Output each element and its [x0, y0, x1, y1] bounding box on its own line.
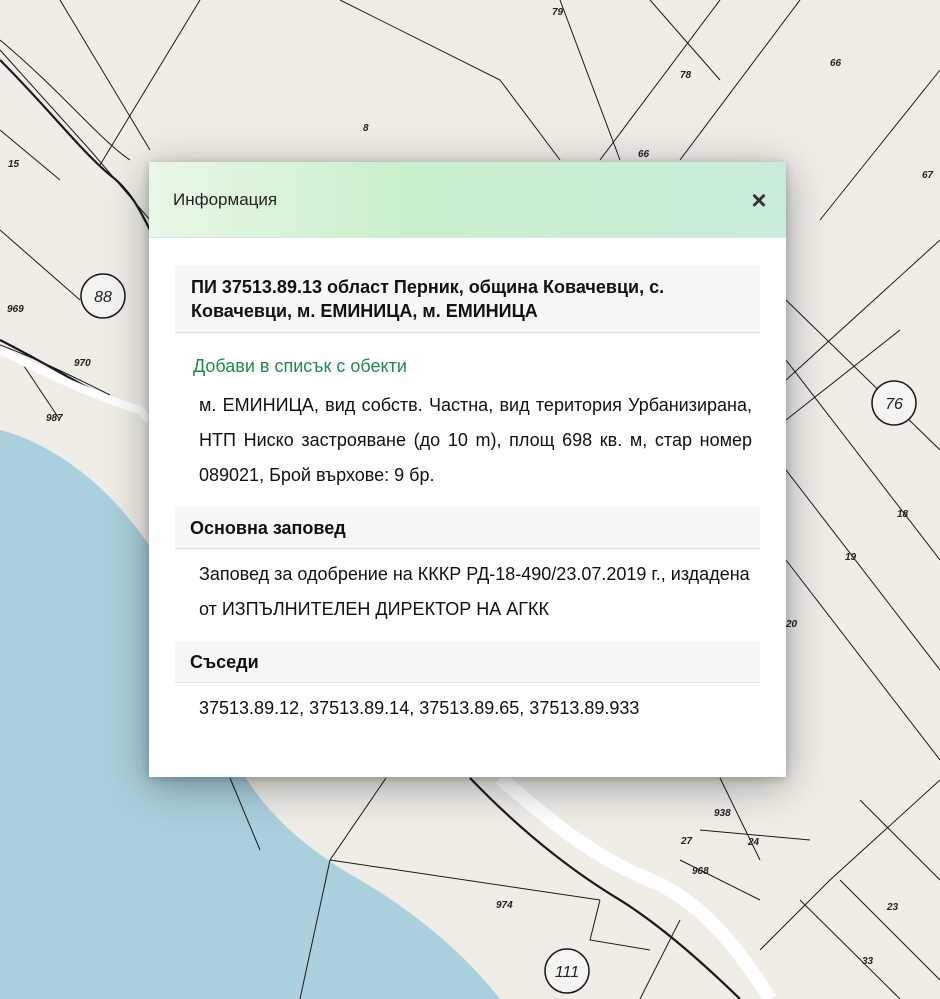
parcel-label-19: 19 [845, 552, 857, 563]
dialog-title: Информация [173, 189, 278, 209]
dialog-header: Информация × [149, 162, 786, 238]
info-dialog: Информация × ПИ 37513.89.13 област Перни… [149, 162, 786, 777]
close-icon[interactable]: × [746, 187, 772, 213]
circle-marker-111: 111 [544, 948, 590, 994]
parcel-label-24: 24 [747, 837, 760, 848]
parcel-label-33: 33 [862, 956, 874, 967]
order-text: Заповед за одобрение на КККР РД-18-490/2… [199, 564, 750, 619]
circle-marker-76: 76 [871, 380, 917, 426]
neighbours-text: 37513.89.12, 37513.89.14, 37513.89.65, 3… [199, 698, 640, 718]
parcel-label-969: 969 [7, 304, 24, 315]
parcel-label-23: 23 [886, 902, 899, 913]
circle-label-76: 76 [885, 396, 903, 413]
parcel-label-18: 18 [897, 509, 909, 520]
circle-marker-88: 88 [80, 273, 126, 319]
parcel-label-78: 78 [680, 70, 692, 81]
parcel-details: м. ЕМИНИЦА, вид собств. Частна, вид тери… [199, 395, 752, 485]
parcel-label-938: 938 [714, 808, 731, 819]
parcel-label-974: 974 [496, 900, 513, 911]
parcel-label-987: 987 [46, 413, 63, 424]
neighbours-section-title: Съседи [175, 641, 760, 683]
parcel-label-79: 79 [552, 7, 564, 18]
parcel-label-8: 8 [363, 123, 369, 134]
parcel-label-20: 20 [785, 619, 798, 630]
parcel-label-968: 968 [692, 866, 709, 877]
order-section-title: Основна заповед [175, 507, 760, 549]
parcel-label-27: 27 [680, 836, 693, 847]
parcel-label-15: 15 [8, 159, 20, 170]
dialog-body: ПИ 37513.89.13 област Перник, община Ков… [149, 238, 786, 726]
circle-label-88: 88 [94, 289, 112, 306]
parcel-label-970: 970 [74, 358, 91, 369]
circle-label-111: 111 [555, 964, 579, 981]
parcel-label-67: 67 [922, 170, 934, 181]
add-to-list-link[interactable]: Добави в списък с обекти [193, 354, 760, 378]
parcel-label-66: 66 [830, 58, 842, 69]
parcel-heading: ПИ 37513.89.13 област Перник, община Ков… [175, 265, 760, 333]
parcel-label-66b: 66 [638, 149, 650, 160]
